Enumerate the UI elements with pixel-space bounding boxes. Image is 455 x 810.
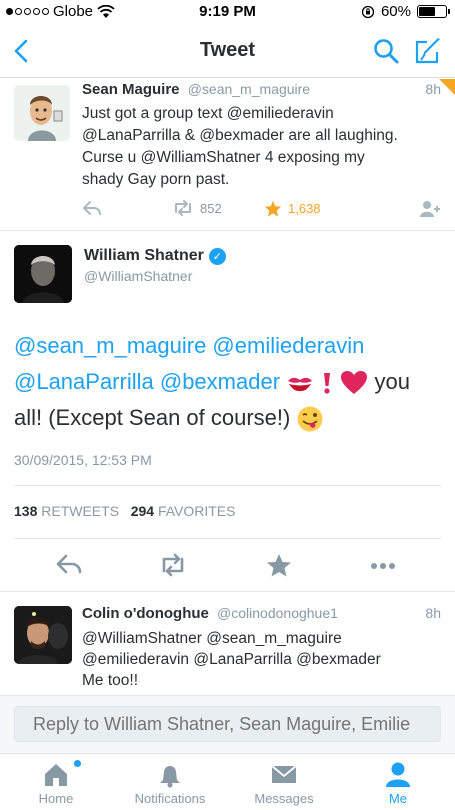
author-handle[interactable]: @sean_m_maguire [188, 81, 310, 97]
unread-indicator [74, 760, 81, 767]
tweet-text-line: Me too!! [82, 672, 138, 689]
author-name-row: William Shatner ✓ [84, 247, 226, 265]
reply-icon[interactable] [54, 552, 84, 578]
favorite-button[interactable]: 1,638 [264, 200, 321, 217]
tab-label: Me [388, 791, 408, 806]
tweet-text-line: all! (Except Sean of course!) [14, 405, 291, 430]
tweet-stats: 138 RETWEETS 294 FAVORITES [14, 503, 236, 519]
home-icon [45, 764, 67, 786]
tab-label: Messages [254, 791, 314, 806]
favorites-stat[interactable]: 294 FAVORITES [131, 503, 236, 519]
star-icon[interactable] [264, 552, 294, 578]
retweet-total: 138 [14, 503, 38, 519]
person-icon [386, 762, 410, 787]
divider [14, 538, 441, 539]
retweet-icon [175, 200, 191, 216]
exclamation-emoji-icon [324, 373, 331, 394]
tab-bar: Home Notifications Messages Me [0, 753, 455, 810]
tab-notifications[interactable]: Notifications [120, 754, 220, 810]
tweet-text-line: Just got a group text @emiliederavin [82, 105, 334, 122]
add-user-icon [420, 201, 440, 217]
mention-link[interactable]: @bexmader [160, 369, 280, 394]
envelope-icon [271, 765, 297, 783]
tweet-text: @WilliamShatner @sean_m_maguire @emilied… [82, 628, 445, 691]
avatar[interactable] [14, 245, 72, 303]
retweets-stat[interactable]: 138 RETWEETS [14, 503, 123, 519]
main-tweet-author[interactable]: William Shatner ✓ @WilliamShatner [14, 245, 441, 307]
retweet-button[interactable]: 852 [172, 200, 222, 216]
author-name[interactable]: William Shatner [84, 247, 204, 265]
author-name[interactable]: Colin o'donoghue [82, 605, 209, 622]
more-options-icon[interactable] [368, 552, 398, 578]
bell-icon [160, 766, 180, 788]
tweet-date: 30/09/2015, 12:53 PM [14, 452, 152, 468]
tweet-timestamp: 8h [425, 81, 441, 97]
tab-me[interactable]: Me [348, 754, 448, 810]
reply-tweet[interactable]: Colin o'donoghue @colinodonoghue1 8h @Wi… [0, 591, 455, 693]
favorite-label: FAVORITES [157, 503, 236, 519]
corner-badge [439, 79, 455, 95]
reply-bar [0, 695, 455, 753]
tweet-text-line: @WilliamShatner @sean_m_maguire [82, 630, 342, 647]
tweet-text-line: shady Gay porn past. [82, 171, 230, 188]
avatar[interactable] [14, 606, 72, 664]
retweet-icon[interactable] [158, 552, 188, 578]
avatar-photo [14, 606, 72, 664]
status-right: 60% [361, 3, 450, 20]
mention-link[interactable]: @LanaParrilla [14, 369, 154, 394]
rotation-lock-icon [361, 5, 375, 18]
verified-badge-icon: ✓ [208, 247, 226, 265]
tweet-text: Just got a group text @emiliederavin @La… [82, 103, 441, 191]
tab-home[interactable]: Home [6, 754, 106, 810]
tweet-actions: 852 1,638 [82, 200, 441, 220]
tab-label: Notifications [134, 791, 206, 806]
status-bar: Globe 9:19 PM 60% [0, 0, 455, 24]
heart-emoji-icon [341, 371, 368, 395]
battery-fill [419, 7, 435, 16]
author-name[interactable]: Sean Maguire [82, 81, 180, 98]
replied-tweet[interactable]: Sean Maguire @sean_m_maguire 8h Just got… [0, 79, 455, 231]
tweet-header: Sean Maguire @sean_m_maguire 8h [82, 81, 441, 101]
search-icon[interactable] [372, 37, 400, 65]
retweet-count: 852 [200, 200, 222, 216]
tweet-word: you [374, 369, 411, 394]
avatar-photo [14, 245, 72, 303]
tweet-header: Colin o'donoghue @colinodonoghue1 8h [82, 605, 441, 622]
compose-icon[interactable] [413, 36, 443, 66]
mention-links[interactable]: @sean_m_maguire @emiliederavin [14, 333, 364, 358]
kiss-mark-emoji-icon [288, 377, 313, 392]
tweet-text-line: @LanaParrilla & @bexmader are all laughi… [82, 127, 398, 144]
tab-messages[interactable]: Messages [234, 754, 334, 810]
divider [14, 485, 441, 486]
reply-button[interactable] [82, 200, 102, 216]
author-handle[interactable]: @colinodonoghue1 [217, 605, 338, 621]
tweet-text-line: Curse u @WilliamShatner 4 exposing my [82, 149, 365, 166]
main-tweet-actions [0, 550, 455, 580]
favorite-count: 1,638 [288, 201, 321, 216]
nav-bar: Tweet [0, 24, 455, 78]
winking-tongue-emoji-icon [297, 406, 323, 432]
battery-icon [417, 5, 450, 18]
tab-label: Home [38, 791, 74, 806]
battery-percent: 60% [380, 3, 411, 20]
main-tweet-text: @sean_m_maguire @emiliederavin @LanaParr… [14, 328, 441, 436]
avatar-illustration [14, 85, 70, 141]
avatar[interactable] [14, 85, 70, 141]
star-icon [264, 200, 282, 217]
reply-icon [83, 201, 101, 215]
tweet-text-line: @emiliederavin @LanaParrilla @bexmader [82, 651, 381, 668]
author-handle[interactable]: @WilliamShatner [84, 268, 192, 284]
retweet-label: RETWEETS [41, 503, 120, 519]
tweet-timestamp: 8h [425, 605, 441, 621]
follow-button[interactable] [419, 200, 441, 218]
reply-input[interactable] [14, 706, 441, 742]
favorite-total: 294 [130, 503, 155, 519]
